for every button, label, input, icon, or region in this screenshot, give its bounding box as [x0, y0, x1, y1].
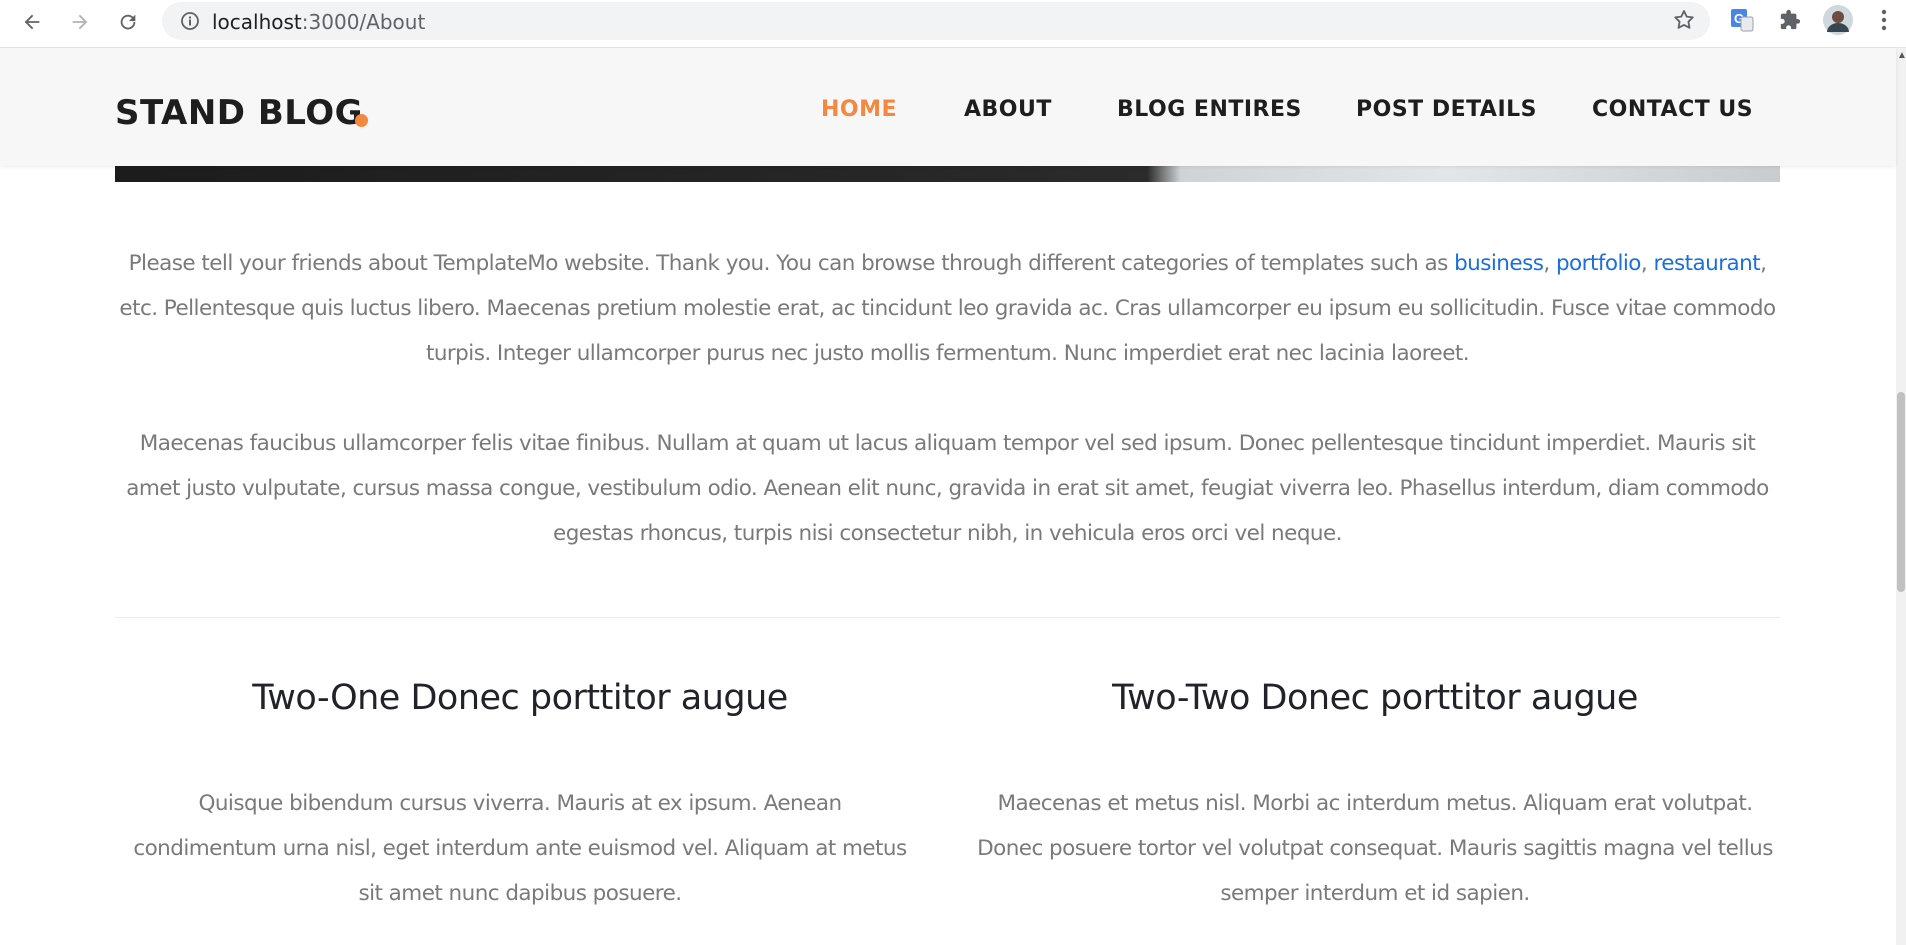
profile-avatar[interactable] — [1822, 4, 1854, 36]
site-info-icon[interactable] — [180, 11, 200, 31]
link-business[interactable]: business — [1454, 251, 1544, 276]
intro-paragraph-1: Please tell your friends about TemplateM… — [119, 251, 1776, 366]
url-text[interactable]: localhost:3000/About — [212, 10, 425, 34]
nav-about[interactable]: ABOUT — [964, 97, 1052, 122]
scrollbar-thumb[interactable] — [1897, 392, 1905, 592]
reload-icon[interactable] — [112, 6, 144, 38]
link-portfolio[interactable]: portfolio — [1556, 251, 1642, 276]
bookmark-star-icon[interactable] — [1672, 8, 1698, 34]
nav-post-details[interactable]: POST DETAILS — [1356, 97, 1537, 122]
forward-arrow-icon[interactable] — [64, 6, 96, 38]
browser-toolbar: localhost:3000/About G — [0, 0, 1906, 48]
intro-text-before: Please tell your friends about TemplateM… — [128, 251, 1449, 276]
column-2-title: Two-Two Donec porttitor augue — [1112, 678, 1638, 718]
scroll-up-arrow-icon[interactable]: ▲ — [1897, 50, 1906, 62]
column-1-text: Quisque bibendum cursus viverra. Mauris … — [133, 791, 907, 906]
logo-dot — [355, 114, 368, 127]
link-restaurant[interactable]: restaurant — [1653, 251, 1760, 276]
nav-blog-entries[interactable]: BLOG ENTIRES — [1117, 97, 1302, 122]
nav-contact-us[interactable]: CONTACT US — [1592, 97, 1753, 122]
section-divider — [115, 617, 1780, 618]
address-bar[interactable]: localhost:3000/About — [162, 2, 1710, 40]
url-host: localhost — [212, 10, 302, 34]
url-path: :3000/About — [301, 10, 426, 34]
nav-home[interactable]: HOME — [821, 97, 897, 122]
intro-paragraph-2: Maecenas faucibus ullamcorper felis vita… — [126, 431, 1769, 546]
browser-menu-icon[interactable] — [1868, 4, 1900, 36]
column-2-text: Maecenas et metus nisl. Morbi ac interdu… — [977, 791, 1773, 906]
column-1-title: Two-One Donec porttitor augue — [252, 678, 788, 718]
site-header: STAND BLOG HOME ABOUT BLOG ENTIRES POST … — [0, 48, 1896, 166]
site-logo[interactable]: STAND BLOG — [115, 93, 363, 133]
extensions-puzzle-icon[interactable] — [1774, 4, 1806, 36]
banner-image — [115, 166, 1780, 182]
translate-extension-icon[interactable]: G — [1726, 4, 1758, 36]
back-arrow-icon[interactable] — [16, 6, 48, 38]
